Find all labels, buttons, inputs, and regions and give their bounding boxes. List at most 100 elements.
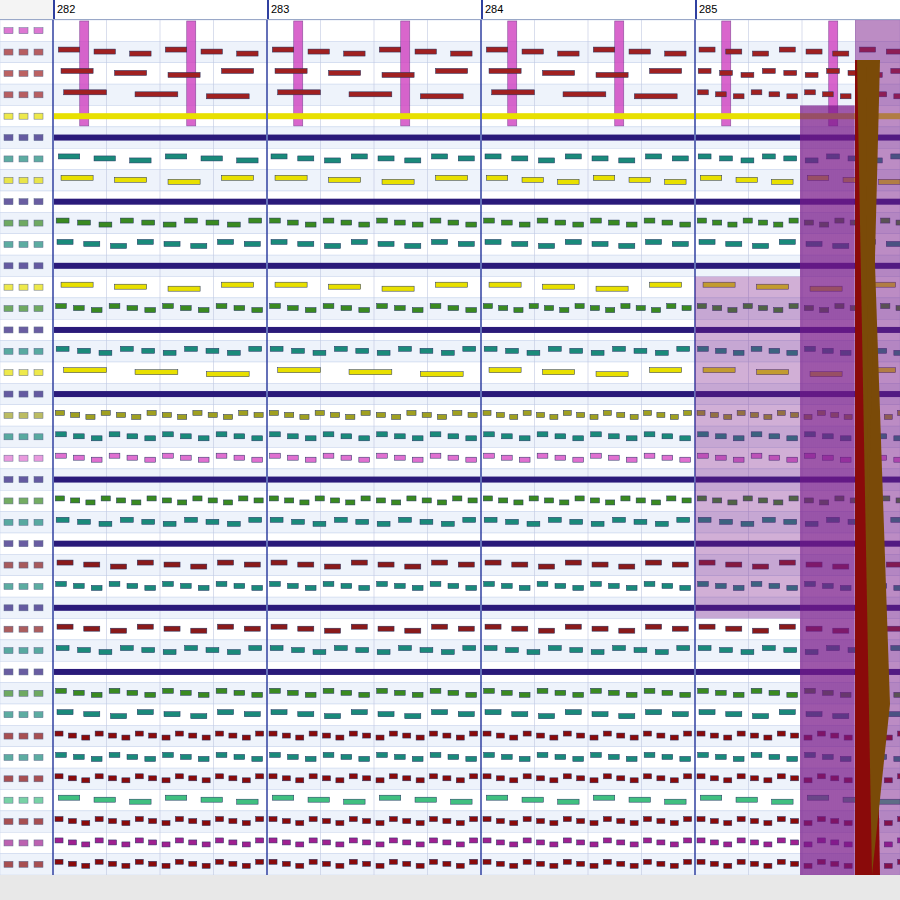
note — [4, 92, 13, 98]
note — [162, 821, 170, 826]
note — [650, 68, 682, 73]
note — [710, 840, 718, 845]
note — [506, 648, 519, 653]
track-row — [4, 817, 900, 826]
note — [323, 304, 334, 309]
note — [377, 752, 388, 757]
note — [198, 457, 209, 462]
note — [163, 350, 176, 355]
note — [416, 735, 424, 740]
sustain-bar — [268, 199, 480, 205]
note — [325, 714, 341, 719]
note — [181, 583, 192, 588]
sustain-bar — [482, 135, 694, 141]
note — [162, 412, 171, 417]
note — [609, 434, 620, 439]
measure-label[interactable]: 283 — [267, 0, 481, 19]
note — [4, 241, 13, 247]
note — [359, 308, 370, 313]
note — [19, 327, 28, 333]
note — [593, 47, 614, 52]
note — [697, 838, 705, 843]
note — [282, 733, 290, 738]
note — [181, 690, 192, 695]
note — [565, 239, 581, 244]
note — [349, 370, 392, 375]
note — [558, 179, 579, 184]
note — [34, 519, 43, 525]
piano-roll-chart[interactable] — [0, 20, 900, 875]
note — [101, 410, 110, 415]
note — [84, 626, 100, 631]
note — [514, 500, 523, 505]
note — [389, 817, 397, 822]
note — [208, 412, 217, 417]
note — [19, 434, 28, 440]
note — [510, 778, 518, 783]
note — [502, 690, 513, 695]
note — [135, 92, 178, 97]
note — [514, 308, 523, 313]
note — [288, 306, 299, 311]
note — [298, 241, 314, 246]
note — [716, 690, 727, 695]
note — [91, 692, 102, 697]
note — [563, 859, 571, 864]
note — [791, 776, 799, 781]
measure-label[interactable]: 285 — [695, 0, 900, 19]
note — [700, 795, 721, 800]
note — [91, 756, 102, 761]
note — [189, 819, 197, 824]
note — [563, 838, 571, 843]
note — [543, 284, 575, 289]
note — [193, 496, 202, 501]
note — [762, 646, 775, 651]
note — [420, 348, 433, 353]
measure-label[interactable]: 284 — [481, 0, 695, 19]
note — [558, 51, 579, 56]
note — [109, 861, 117, 866]
note — [430, 688, 441, 693]
note — [430, 453, 441, 458]
note — [537, 218, 548, 223]
note — [145, 692, 156, 697]
note — [315, 496, 324, 501]
note — [630, 414, 638, 419]
note — [127, 583, 138, 588]
note — [323, 581, 334, 586]
measure-label[interactable]: 282 — [53, 0, 267, 19]
note — [791, 733, 799, 738]
note — [644, 410, 652, 415]
note — [412, 308, 423, 313]
note — [162, 498, 171, 503]
note — [330, 412, 339, 417]
note — [563, 774, 571, 779]
note — [650, 282, 682, 287]
note — [4, 348, 13, 354]
note — [202, 778, 210, 783]
note — [617, 776, 625, 781]
note — [456, 821, 464, 826]
note — [145, 585, 156, 590]
note — [56, 304, 67, 309]
note — [56, 346, 69, 351]
note — [468, 412, 477, 417]
note — [4, 370, 13, 376]
note — [512, 156, 528, 161]
note — [4, 284, 13, 290]
note — [64, 90, 107, 95]
note — [764, 863, 772, 868]
note — [175, 859, 183, 864]
note — [237, 158, 258, 163]
note — [646, 154, 662, 159]
note — [644, 774, 652, 779]
note — [403, 733, 411, 738]
note — [737, 859, 745, 864]
note — [208, 498, 217, 503]
note — [619, 243, 635, 248]
note — [127, 306, 138, 311]
note — [270, 517, 283, 522]
note — [698, 646, 711, 651]
note — [95, 817, 103, 822]
note — [168, 286, 200, 291]
